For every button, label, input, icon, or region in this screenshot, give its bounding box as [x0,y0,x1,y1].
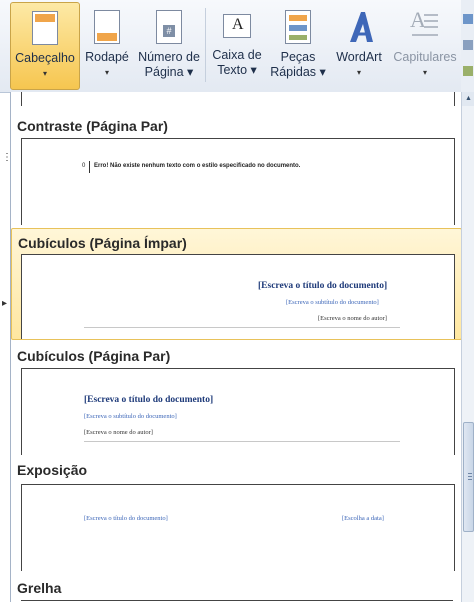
mini-icon [463,40,473,50]
quick-parts-icon [285,10,311,44]
text-box-icon: A [223,14,251,38]
wordart-icon [346,10,373,44]
section-title: Exposição [17,462,88,478]
scroll-thumb[interactable] [463,422,474,532]
doc-author: [Escreva o nome do autor] [318,315,387,322]
rule [84,327,400,328]
scroll-up-icon[interactable]: ▲ [462,92,474,106]
gallery-scrollbar[interactable]: ▲ [461,92,474,602]
exposicao-preview[interactable]: [Escreva o título do documento] [Escolha… [21,484,455,571]
numero-pagina-button[interactable]: # Número de Página ▾ [136,2,202,88]
footer-icon [94,10,120,44]
ribbon-separator [205,8,206,82]
rule [84,441,400,442]
doc-subtitle: [Escreva o subtítulo do documento] [286,299,379,306]
wordart-button[interactable]: WordArt ▾ [330,2,388,88]
capitulares-button[interactable]: A Capitulares ▾ [390,2,460,88]
section-title: Contraste (Página Par) [17,118,168,134]
error-text: Erro! Não existe nenhum texto com o esti… [94,163,301,169]
page-number-icon: # [156,10,182,44]
ribbon-right-edge [461,0,474,92]
gutter-mark: ▸ [2,298,8,309]
drop-cap-icon: A [410,9,438,44]
doc-title: [Escreva o título do documento] [84,395,214,405]
doc-title: [Escreva o título do documento] [84,515,168,522]
cabecalho-button[interactable]: Cabeçalho ▾ [10,2,80,90]
cubiculos-par-preview[interactable]: [Escreva o título do documento] [Escreva… [21,368,455,455]
cubiculos-impar-preview[interactable]: [Escreva o título do documento] [Escreva… [21,254,455,339]
mini-icon [463,14,473,24]
doc-subtitle: [Escreva o subtítulo do documento] [84,413,177,420]
header-icon [32,11,58,45]
section-title: Cubículos (Página Par) [17,348,171,364]
page-number: 0 [82,163,86,169]
contraste-preview[interactable]: 0 Erro! Não existe nenhum texto com o es… [21,138,455,225]
previous-preview-edge [21,92,455,106]
section-title: Grelha [17,580,62,596]
caixa-texto-button[interactable]: A Caixa de Texto ▾ [208,2,266,88]
rodape-button[interactable]: Rodapé ▾ [80,2,134,88]
insert-ribbon: Cabeçalho ▾ Rodapé ▾ # Número de Página … [0,0,474,93]
header-gallery: Contraste (Página Par) 0 Erro! Não exist… [10,92,462,602]
doc-date: [Escolha a data] [342,515,384,522]
divider [89,161,90,173]
mini-icon [463,66,473,76]
pecas-rapidas-button[interactable]: Peças Rápidas ▾ [268,2,328,88]
doc-author: [Escreva o nome do autor] [84,429,153,436]
doc-title: [Escreva o título do documento] [258,281,388,291]
